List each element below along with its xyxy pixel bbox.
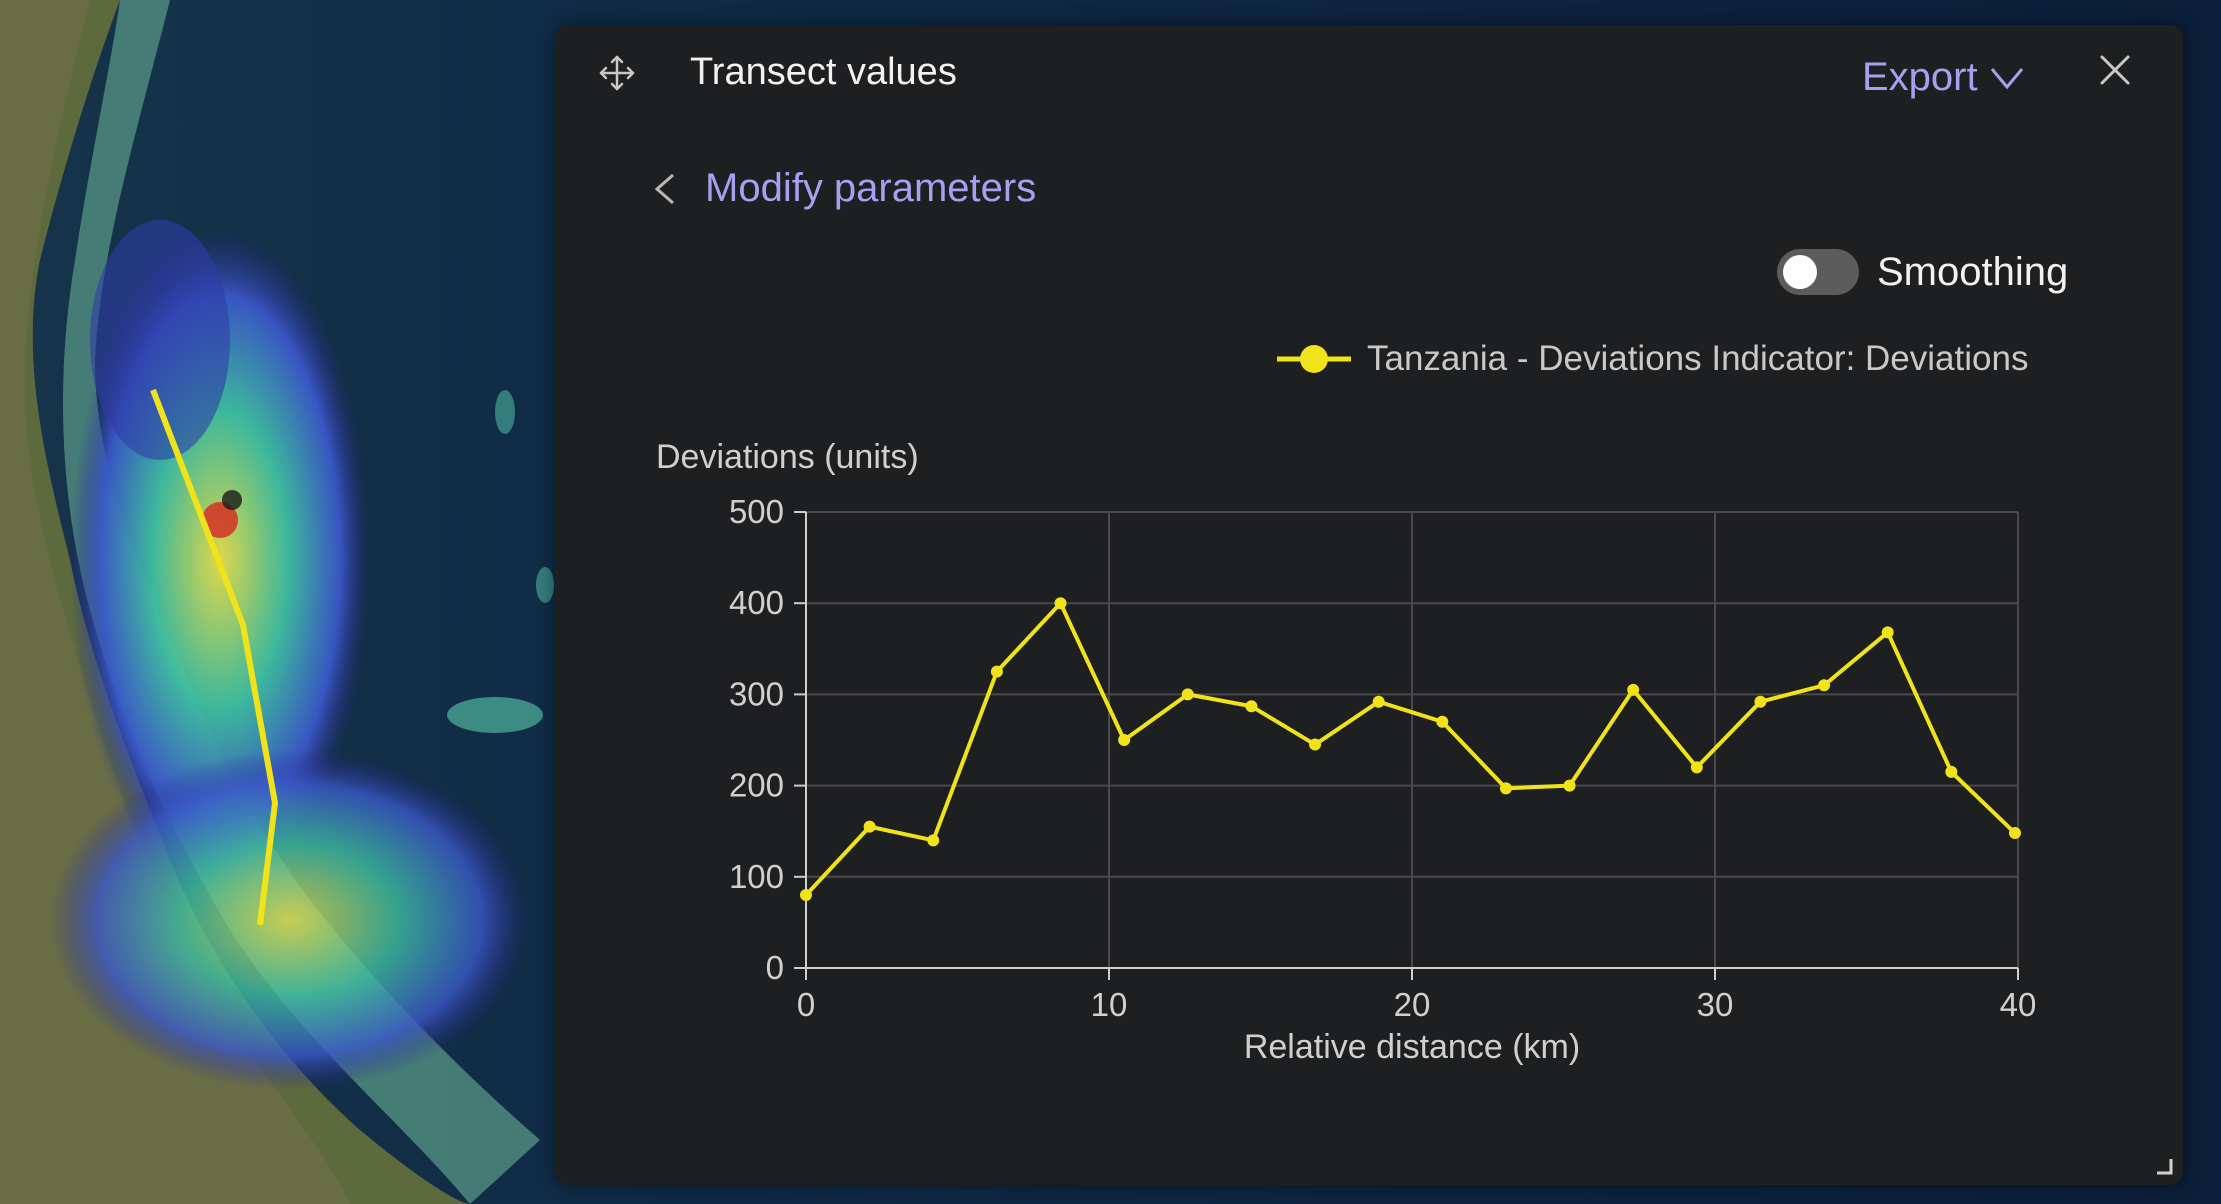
modify-parameters-link[interactable]: Modify parameters xyxy=(651,166,1036,211)
smoothing-control: Smoothing xyxy=(1777,249,2068,295)
move-icon[interactable] xyxy=(597,53,637,93)
x-tick-label: 40 xyxy=(2000,986,2037,1023)
x-axis-title: Relative distance (km) xyxy=(1244,1028,1580,1066)
smoothing-label: Smoothing xyxy=(1877,249,2069,294)
y-axis-title: Deviations (units) xyxy=(656,438,919,476)
data-point xyxy=(1754,695,1767,708)
data-point xyxy=(1309,738,1322,751)
y-tick-label: 200 xyxy=(729,767,784,804)
resize-handle-icon[interactable] xyxy=(2153,1155,2175,1177)
chevron-down-icon xyxy=(1990,67,2023,89)
data-point xyxy=(1563,779,1576,792)
data-point xyxy=(1054,597,1067,610)
chart-legend[interactable]: Tanzania - Deviations Indicator: Deviati… xyxy=(1275,339,2028,379)
legend-line-marker-icon xyxy=(1277,345,1351,373)
data-point xyxy=(1818,679,1831,692)
data-point xyxy=(1945,765,1958,778)
chevron-left-icon xyxy=(654,173,674,204)
modify-parameters-label: Modify parameters xyxy=(705,166,1037,210)
export-button[interactable]: Export xyxy=(1862,55,2026,100)
data-point xyxy=(800,889,812,902)
x-tick-label: 20 xyxy=(1394,986,1431,1023)
y-tick-label: 300 xyxy=(729,675,784,712)
series-line xyxy=(804,601,2017,897)
y-tick-label: 100 xyxy=(729,858,784,895)
data-point xyxy=(990,665,1003,678)
data-point xyxy=(927,834,940,847)
y-tick-label: 500 xyxy=(729,493,784,530)
data-point xyxy=(1118,734,1131,746)
toggle-knob xyxy=(1783,255,1817,289)
x-tick-label: 10 xyxy=(1091,986,1128,1023)
data-point xyxy=(1499,782,1512,795)
data-point xyxy=(1881,626,1894,639)
data-point xyxy=(1436,715,1449,728)
panel-title: Transect values xyxy=(690,51,957,93)
data-point xyxy=(1181,688,1194,701)
data-point xyxy=(1245,700,1258,713)
data-point xyxy=(863,820,876,833)
transect-line-chart: 0 100 200 300 400 500 0 10 20 30 40 Deviations (uni… xyxy=(656,438,2037,1066)
x-tick-label: 0 xyxy=(797,986,815,1023)
data-point xyxy=(2008,827,2021,840)
legend-label: Tanzania - Deviations Indicator: Deviati… xyxy=(1367,339,2029,378)
transect-panel: Transect values Export Modify parameters… xyxy=(555,25,2183,1185)
data-point xyxy=(1627,683,1640,696)
smoothing-toggle[interactable] xyxy=(1777,249,1859,295)
data-point xyxy=(1690,761,1703,774)
data-point xyxy=(1372,695,1385,708)
x-tick-label: 30 xyxy=(1697,986,1734,1023)
close-icon[interactable] xyxy=(2098,53,2132,87)
y-tick-label: 400 xyxy=(729,584,784,621)
y-tick-label: 0 xyxy=(766,949,784,986)
export-label: Export xyxy=(1862,55,1978,99)
